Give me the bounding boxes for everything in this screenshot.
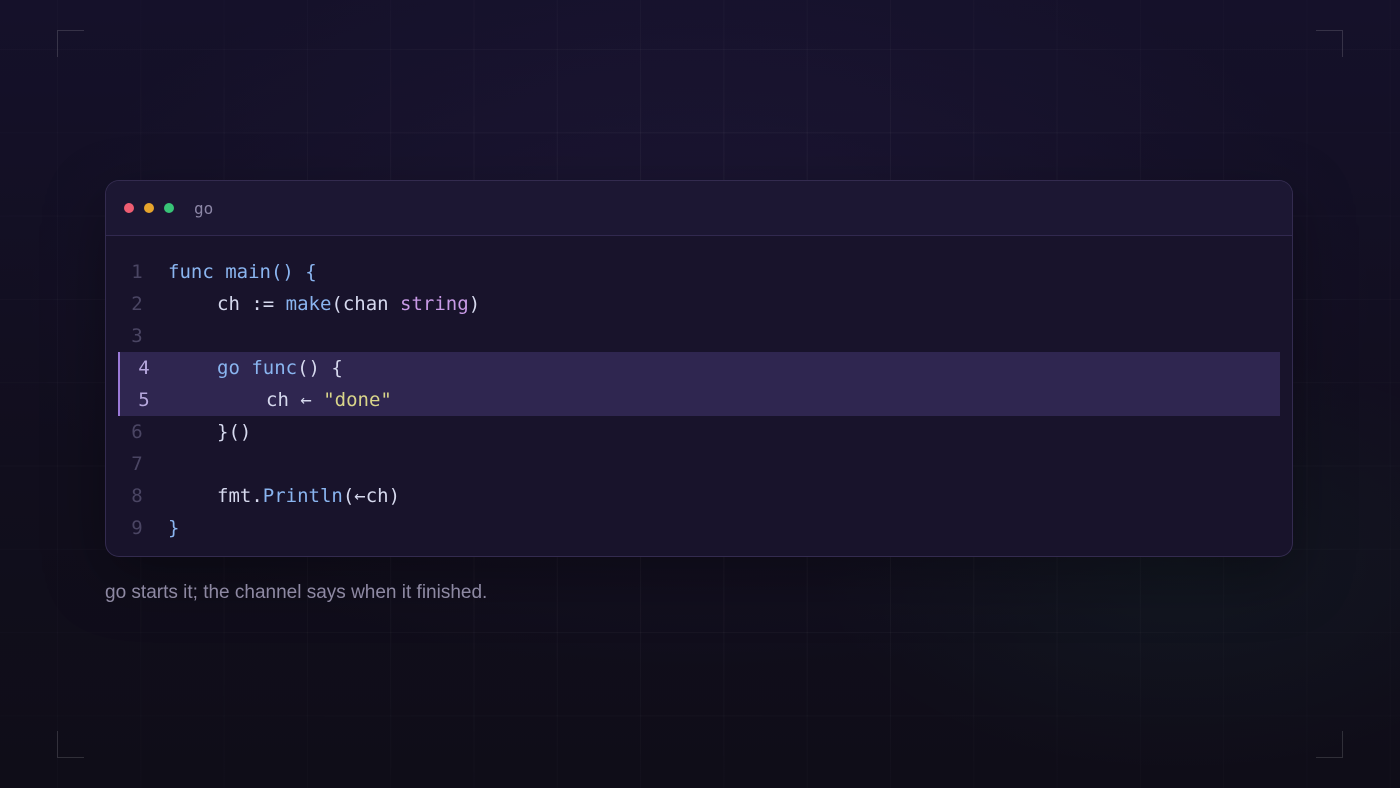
token-plain: (←ch) <box>342 485 401 507</box>
window-titlebar: go <box>106 181 1292 236</box>
close-dot-icon <box>124 203 134 213</box>
token-plain: ) <box>468 293 481 315</box>
token-plain: (chan <box>331 293 401 315</box>
line-number: 4 <box>138 357 150 379</box>
code-line-9: 9 } <box>106 512 1292 544</box>
code-line-1: 1 func main() { <box>106 256 1292 288</box>
corner-mark-top-right <box>1316 30 1343 57</box>
token-function: Println <box>262 485 343 507</box>
code-text: func main() { <box>168 261 317 283</box>
token-plain: fmt. <box>217 485 263 507</box>
code-text: fmt.Println(←ch) <box>168 485 400 507</box>
code-text: go func() { <box>168 357 343 379</box>
line-number: 5 <box>138 389 150 411</box>
line-number: 3 <box>131 325 143 347</box>
code-line-8: 8 fmt.Println(←ch) <box>106 480 1292 512</box>
line-number: 2 <box>131 293 143 315</box>
code-text: }() <box>217 421 252 443</box>
code-line-4-highlighted: 4 go func() { <box>118 352 1280 384</box>
line-number: 1 <box>131 261 143 283</box>
code-line-3: 3 <box>106 320 1292 352</box>
token-plain: ch := <box>217 293 286 315</box>
code-line-5-highlighted: 5 ch ← "done" <box>118 384 1280 416</box>
token-keyword: go <box>217 357 240 379</box>
code-line-7: 7 <box>106 448 1292 480</box>
token-keyword: func <box>251 357 298 379</box>
token-function: main() { <box>213 261 317 283</box>
maximize-dot-icon <box>164 203 174 213</box>
code-line-2: 2 ch := make(chan string) <box>106 288 1292 320</box>
line-number: 8 <box>131 485 143 507</box>
minimize-dot-icon <box>144 203 154 213</box>
line-number: 9 <box>131 517 143 539</box>
line-number: 6 <box>131 421 143 443</box>
caption-text: go starts it; the channel says when it f… <box>105 582 488 603</box>
token-plain: ch ← <box>266 389 324 411</box>
code-block: 1 func main() { 2 ch := make(chan string… <box>106 236 1292 544</box>
code-text: ch ← "done" <box>168 389 392 411</box>
corner-mark-top-left <box>57 30 84 57</box>
code-line-6: 6 }() <box>106 416 1292 448</box>
token-string: "done" <box>323 389 392 411</box>
token-function: make <box>285 293 332 315</box>
corner-mark-bottom-left <box>57 731 84 758</box>
token-type: string <box>400 293 469 315</box>
code-text: ch := make(chan string) <box>168 293 480 315</box>
code-text: } <box>168 517 180 539</box>
code-window: go 1 func main() { 2 ch := make(chan str… <box>105 180 1293 557</box>
corner-mark-bottom-right <box>1316 731 1343 758</box>
line-number: 7 <box>131 453 143 475</box>
token-plain: () { <box>297 357 343 379</box>
token-keyword: func <box>168 261 214 283</box>
language-label: go <box>194 198 214 218</box>
